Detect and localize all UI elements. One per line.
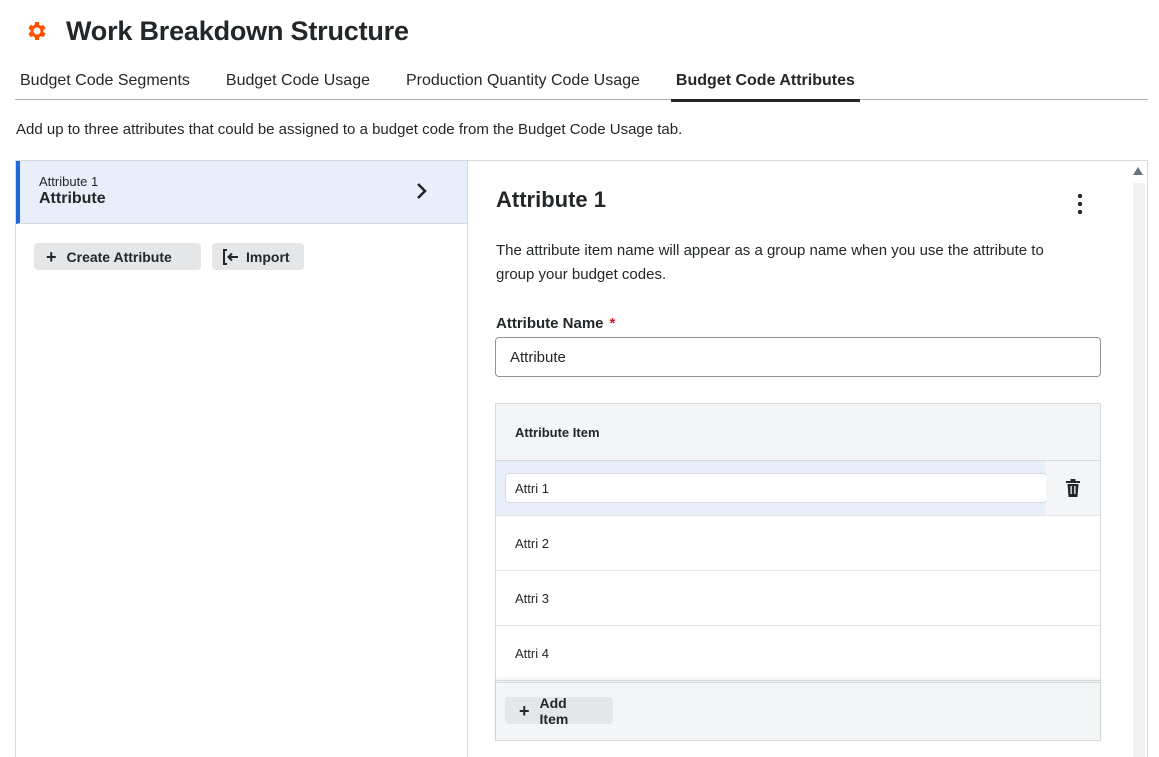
required-indicator: * <box>609 315 616 332</box>
attribute-detail-title: Attribute 1 <box>496 187 606 212</box>
attribute-list-pane: Attribute 1 Attribute + Create Attribute… <box>16 161 468 757</box>
gear-icon <box>28 22 46 40</box>
attribute-caption: Attribute 1 <box>39 174 99 189</box>
attribute-detail-pane: Attribute 1 The attribute item name will… <box>468 161 1131 757</box>
attribute-item-text: Attri 3 <box>515 590 549 606</box>
page-title: Work Breakdown Structure <box>66 15 409 46</box>
scrollbar[interactable] <box>1130 161 1147 757</box>
add-item-button[interactable]: + Add Item <box>505 694 613 727</box>
plus-icon: + <box>46 246 57 267</box>
table-row[interactable]: Attri 2 <box>496 516 1100 571</box>
tab-budget-code-attributes[interactable]: Budget Code Attributes <box>670 64 860 102</box>
more-options-icon[interactable] <box>1066 189 1094 219</box>
import-button[interactable]: Import <box>212 243 304 270</box>
table-row[interactable]: Attri 3 <box>496 571 1100 626</box>
table-row[interactable]: Attri 4 <box>496 626 1100 681</box>
import-label: Import <box>246 248 290 265</box>
plus-icon: + <box>519 700 530 721</box>
attribute-name-label: Attribute Name * <box>496 315 615 332</box>
table-row[interactable] <box>496 461 1100 516</box>
trash-icon <box>1066 479 1080 497</box>
attribute-item-input[interactable] <box>505 473 1047 503</box>
scroll-up-arrow-icon[interactable] <box>1133 167 1143 175</box>
page-description: Add up to three attributes that could be… <box>16 121 683 138</box>
add-item-label: Add Item <box>539 694 569 727</box>
scroll-thumb[interactable] <box>1133 183 1145 757</box>
attributes-panel: Attribute 1 Attribute + Create Attribute… <box>15 160 1148 757</box>
attribute-item-text: Attri 4 <box>515 645 549 661</box>
tab-production-quantity-code-usage[interactable]: Production Quantity Code Usage <box>401 64 645 100</box>
create-attribute-button[interactable]: + Create Attribute <box>34 243 201 270</box>
table-header: Attribute Item <box>496 404 1100 461</box>
attribute-name-input[interactable] <box>495 337 1101 377</box>
attribute-items-table: Attribute Item Attri 2 Attri 3 Attri 4 <box>495 403 1101 741</box>
page-header: Work Breakdown Structure <box>24 14 409 48</box>
tab-bar: Budget Code Segments Budget Code Usage P… <box>15 64 1148 102</box>
tab-budget-code-segments[interactable]: Budget Code Segments <box>15 64 195 100</box>
attribute-item-text: Attri 2 <box>515 535 549 551</box>
tab-budget-code-usage[interactable]: Budget Code Usage <box>221 64 375 100</box>
import-icon <box>223 248 238 265</box>
delete-item-button[interactable] <box>1046 461 1100 515</box>
attribute-name: Attribute <box>39 190 106 207</box>
attribute-list-item[interactable]: Attribute 1 Attribute <box>16 161 467 224</box>
chevron-right-icon <box>417 183 427 199</box>
table-footer: + Add Item <box>496 682 1100 740</box>
attribute-detail-description: The attribute item name will appear as a… <box>496 242 1044 283</box>
create-attribute-label: Create Attribute <box>66 248 172 265</box>
attribute-name-label-text: Attribute Name <box>496 315 604 332</box>
